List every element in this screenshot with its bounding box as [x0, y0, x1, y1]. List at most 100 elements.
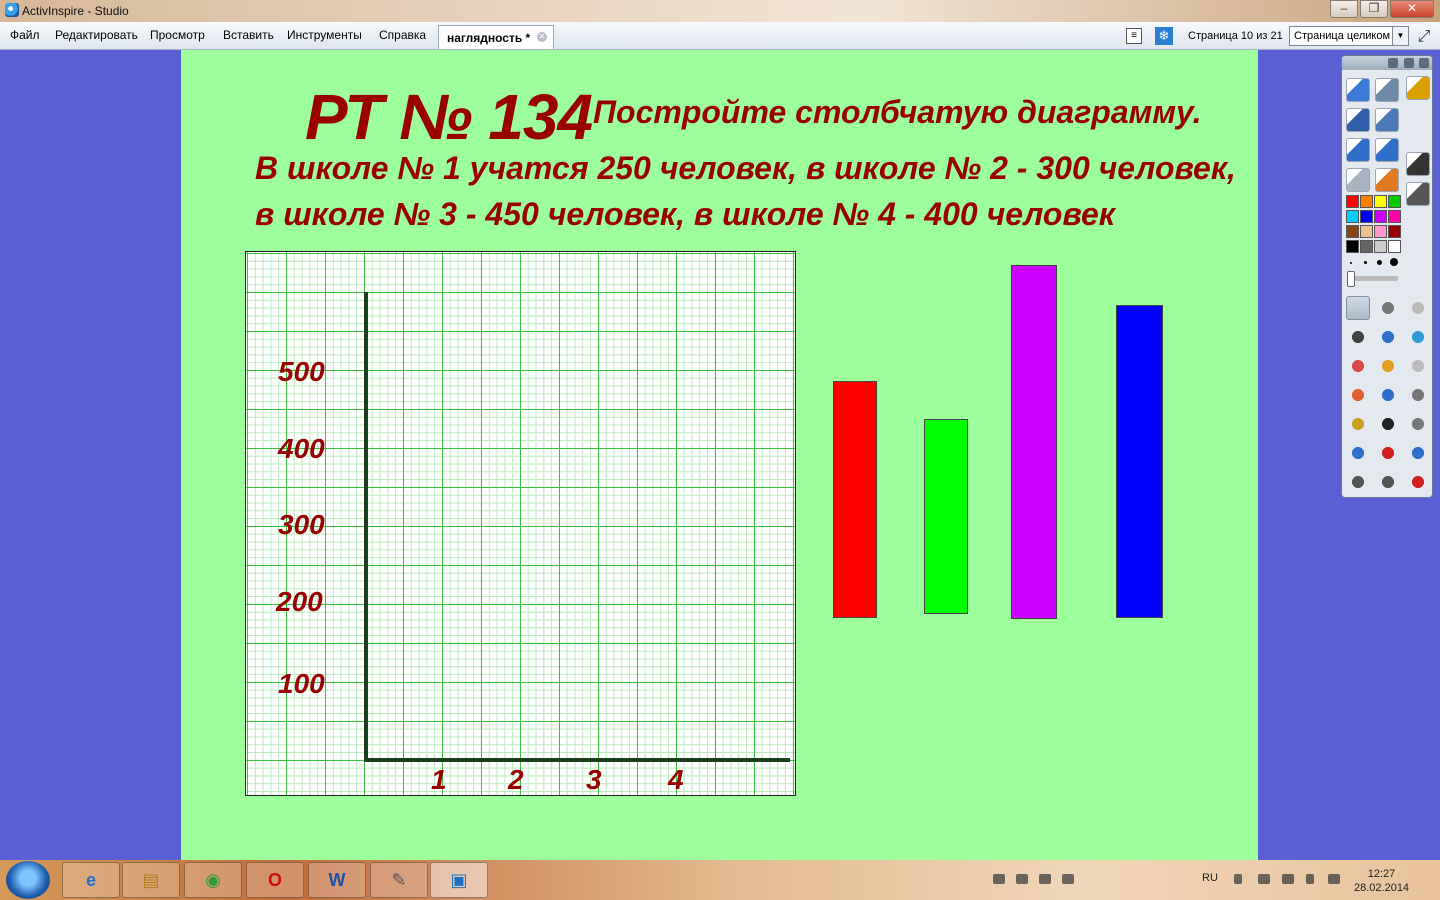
pen-tool[interactable]: [1346, 325, 1370, 349]
eraser-small-tool[interactable]: [1406, 152, 1430, 176]
desktop-annotate-tool[interactable]: [1346, 108, 1370, 132]
internet-explorer-icon[interactable]: e: [62, 862, 120, 898]
green-bar[interactable]: [924, 419, 968, 614]
pen-width-dot[interactable]: [1390, 258, 1398, 266]
color-swatch[interactable]: [1360, 240, 1373, 253]
tray-icon[interactable]: [1039, 874, 1051, 884]
minimize-button[interactable]: –: [1330, 0, 1358, 18]
fill-tool[interactable]: [1376, 354, 1400, 378]
select-tool[interactable]: [1346, 296, 1370, 320]
keyboard-icon[interactable]: [1328, 874, 1340, 884]
resource-tool[interactable]: [1346, 441, 1370, 465]
menu-view[interactable]: Просмотр: [150, 28, 205, 42]
color-swatch[interactable]: [1360, 225, 1373, 238]
magic-ink-tool[interactable]: [1346, 412, 1370, 436]
color-swatch[interactable]: [1374, 225, 1387, 238]
camera-tool[interactable]: [1406, 182, 1430, 206]
tools-tool[interactable]: [1376, 296, 1400, 320]
page-extend-tool[interactable]: [1406, 383, 1430, 407]
menu-tools[interactable]: Инструменты: [287, 28, 362, 42]
color-swatch[interactable]: [1388, 210, 1401, 223]
play-tool[interactable]: [1346, 168, 1370, 192]
close-tool[interactable]: [1406, 470, 1430, 494]
tray-icon[interactable]: [993, 874, 1005, 884]
flag-icon[interactable]: [1258, 874, 1270, 884]
layer-tool[interactable]: [1406, 296, 1430, 320]
duplicate-tool[interactable]: [1406, 412, 1430, 436]
shape-tool[interactable]: [1346, 383, 1370, 407]
desktop-tools-tool[interactable]: [1375, 108, 1399, 132]
page-browser-tool[interactable]: [1375, 78, 1399, 102]
network-icon[interactable]: [1282, 874, 1294, 884]
color-swatch[interactable]: [1374, 240, 1387, 253]
fullscreen-icon[interactable]: ⤢: [1414, 27, 1434, 47]
color-swatch[interactable]: [1388, 195, 1401, 208]
color-swatch[interactable]: [1388, 225, 1401, 238]
tray-icon[interactable]: [1016, 874, 1028, 884]
tab-document[interactable]: наглядность * ✕: [438, 25, 554, 49]
word-icon[interactable]: W: [308, 862, 366, 898]
toolbox[interactable]: [1341, 55, 1433, 498]
menu-file[interactable]: Файл: [10, 28, 40, 42]
text-tool[interactable]: [1376, 412, 1400, 436]
main-menu-tool[interactable]: [1346, 78, 1370, 102]
reset-page-tool[interactable]: [1376, 441, 1400, 465]
snowflake-icon[interactable]: ❄: [1155, 27, 1173, 45]
connector-tool[interactable]: [1376, 383, 1400, 407]
color-swatch[interactable]: [1360, 210, 1373, 223]
volume-icon[interactable]: [1306, 874, 1314, 884]
maximize-button[interactable]: ❐: [1360, 0, 1388, 18]
color-swatch[interactable]: [1346, 210, 1359, 223]
blue-bar[interactable]: [1116, 305, 1163, 618]
clock[interactable]: 12:27 28.02.2014: [1354, 867, 1409, 895]
toolbox-menu-icon[interactable]: [1388, 58, 1398, 68]
chrome-icon[interactable]: ◉: [184, 862, 242, 898]
color-swatch[interactable]: [1374, 210, 1387, 223]
pen-width-dot[interactable]: [1350, 262, 1352, 264]
pen-width-dot[interactable]: [1377, 260, 1382, 265]
previous-page-tool[interactable]: [1346, 138, 1370, 162]
tray-icon[interactable]: [1062, 874, 1074, 884]
close-button[interactable]: ✕: [1390, 0, 1434, 18]
tab-close-icon[interactable]: ✕: [537, 32, 547, 42]
menu-insert[interactable]: Вставить: [223, 28, 274, 42]
pen-tool-alt[interactable]: [1406, 76, 1430, 100]
clear-tool[interactable]: [1406, 354, 1430, 378]
red-bar[interactable]: [833, 381, 877, 618]
globe-tool[interactable]: [1375, 168, 1399, 192]
graph-paper[interactable]: 500 400 300 200 100 1 2 3 4: [245, 251, 796, 796]
menu-help[interactable]: Справка: [379, 28, 426, 42]
color-swatch[interactable]: [1346, 195, 1359, 208]
color-swatch[interactable]: [1374, 195, 1387, 208]
page-browser-icon[interactable]: ≡: [1126, 28, 1142, 44]
color-swatch[interactable]: [1360, 195, 1373, 208]
purple-bar[interactable]: [1011, 265, 1057, 619]
highlighter-tool[interactable]: [1376, 325, 1400, 349]
color-swatch[interactable]: [1346, 240, 1359, 253]
eraser-tool[interactable]: [1346, 354, 1370, 378]
pen-width-dot[interactable]: [1364, 261, 1367, 264]
language-indicator[interactable]: RU: [1202, 872, 1218, 884]
color-swatch[interactable]: [1388, 240, 1401, 253]
redo-tool[interactable]: [1376, 470, 1400, 494]
chevron-down-icon[interactable]: ▼: [1392, 27, 1408, 45]
start-button[interactable]: [6, 861, 50, 899]
undo-tool[interactable]: [1346, 470, 1370, 494]
tools-icon[interactable]: ✎: [370, 862, 428, 898]
zoom-select[interactable]: Страница целиком ▼: [1289, 26, 1409, 46]
toolbox-collapse-icon[interactable]: [1404, 58, 1414, 68]
next-page-tool[interactable]: [1375, 138, 1399, 162]
spotlight-tool[interactable]: [1406, 325, 1430, 349]
file-explorer-icon[interactable]: ▤: [122, 862, 180, 898]
toolbox-header[interactable]: [1342, 56, 1432, 70]
color-swatch[interactable]: [1346, 225, 1359, 238]
pen-width-slider[interactable]: [1348, 276, 1398, 281]
activinspire-taskbar-icon[interactable]: ▣: [430, 862, 488, 898]
toolbox-pin-icon[interactable]: [1419, 58, 1429, 68]
task-text-line-1: В школе № 1 учатся 250 человек, в школе …: [255, 150, 1236, 186]
show-hidden-icons[interactable]: [1234, 874, 1242, 884]
menu-edit[interactable]: Редактировать: [55, 28, 138, 42]
undo-redo-tool[interactable]: [1406, 441, 1430, 465]
opera-icon[interactable]: O: [246, 862, 304, 898]
slider-handle[interactable]: [1347, 271, 1355, 287]
